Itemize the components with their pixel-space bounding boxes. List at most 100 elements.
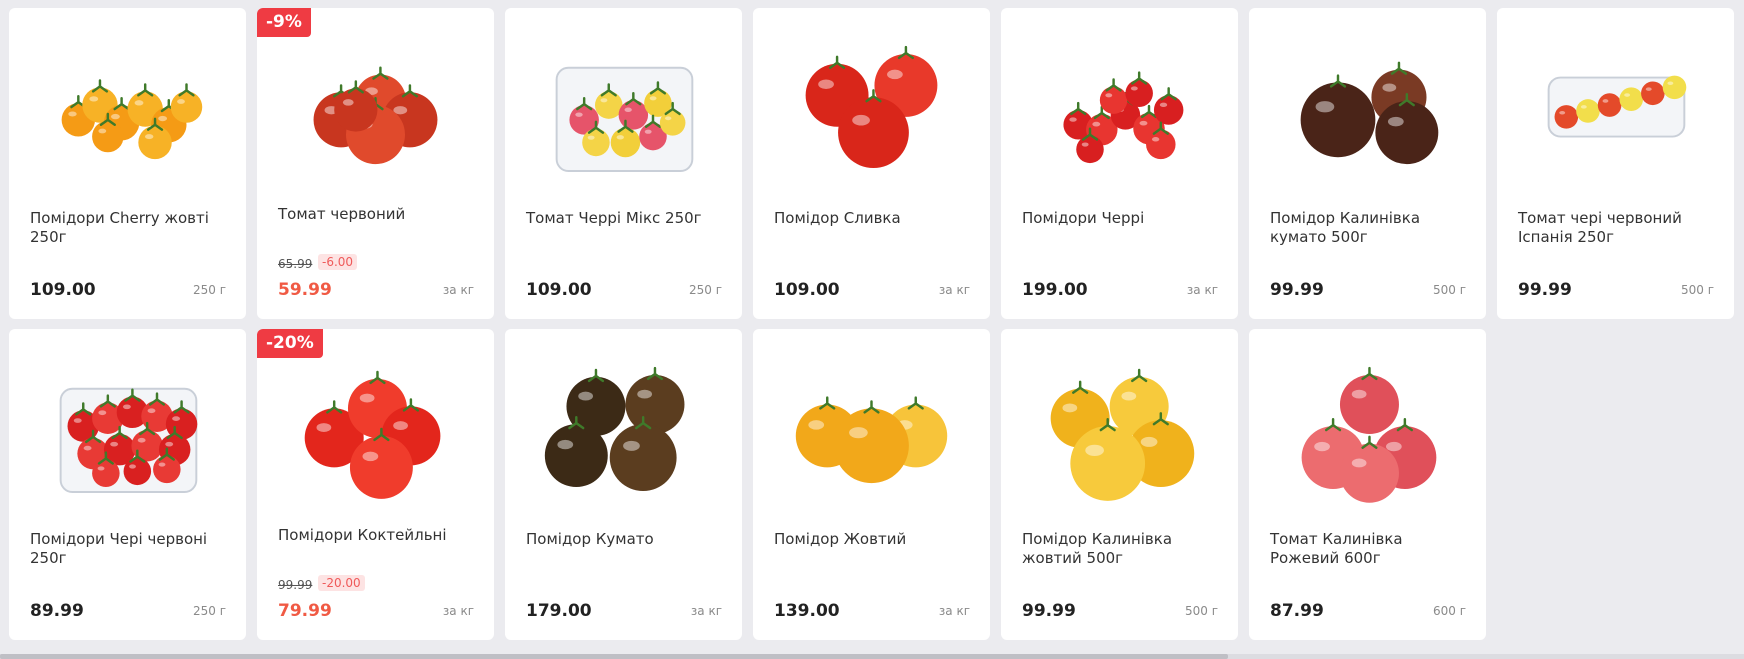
tomato-highlight xyxy=(177,99,185,104)
product-unit: 600 г xyxy=(1432,604,1466,618)
tomato-highlight xyxy=(1315,101,1335,113)
product-image[interactable] xyxy=(1279,345,1456,517)
product-unit: 250 г xyxy=(192,604,226,618)
product-title[interactable]: Помідори Чері червоні 250г xyxy=(30,530,230,568)
yellow-tomato-image xyxy=(795,396,948,484)
tomato-highlight xyxy=(1140,436,1158,447)
tomato-highlight xyxy=(664,116,672,121)
pink-tomato-image xyxy=(1301,366,1437,503)
product-image[interactable] xyxy=(1031,24,1208,196)
tomato-shape xyxy=(1146,129,1176,160)
product-title[interactable]: Томат Калинівка Рожевий 600г xyxy=(1270,530,1470,568)
tomato-highlight xyxy=(1130,86,1138,91)
tomato-highlight xyxy=(110,113,120,120)
product-title[interactable]: Томат чері червоний Іспанія 250г xyxy=(1518,209,1718,247)
tomato-highlight xyxy=(623,440,640,451)
product-title[interactable]: Помідор Кумато xyxy=(526,530,726,549)
product-image[interactable] xyxy=(287,345,464,517)
tomato-highlight xyxy=(362,451,379,462)
horizontal-scrollbar[interactable] xyxy=(0,654,1744,659)
product-unit: 500 г xyxy=(1184,604,1218,618)
yellow-kalynivka-image xyxy=(1050,368,1195,501)
scrollbar-thumb[interactable] xyxy=(0,654,1228,659)
product-price: 109.00 xyxy=(774,280,840,300)
product-card[interactable]: Помідор Сливка 109.00 за кг xyxy=(753,8,990,319)
tomato-highlight xyxy=(158,115,168,122)
product-card[interactable]: Помідори Чері червоні 250г 89.99 250 г xyxy=(9,329,246,640)
product-card[interactable]: Томат Черрі Мікс 250г 109.00 250 г xyxy=(505,8,742,319)
product-card[interactable]: Помідор Калинівка жовтий 500г 99.99 500 … xyxy=(1001,329,1238,640)
product-card[interactable]: Томат Калинівка Рожевий 600г 87.99 600 г xyxy=(1249,329,1486,640)
tomato-highlight xyxy=(587,135,595,140)
tomato-highlight xyxy=(624,107,632,112)
tomato-highlight xyxy=(73,418,82,423)
tomato-shape xyxy=(1076,135,1104,164)
product-title[interactable]: Помідор Жовтий xyxy=(774,530,974,549)
tomato-highlight xyxy=(616,135,624,140)
product-card[interactable]: -9% Томат червоний 65.99 -6.00 59.99 за … xyxy=(257,8,494,319)
product-unit: за кг xyxy=(938,604,970,618)
tomato-shape xyxy=(594,91,623,119)
product-image[interactable] xyxy=(39,345,216,517)
tomato-highlight xyxy=(147,408,156,414)
tomato-highlight xyxy=(1139,120,1148,126)
product-image[interactable] xyxy=(1031,345,1208,517)
price-difference: -6.00 xyxy=(318,254,358,270)
tomato-shape xyxy=(334,88,378,132)
product-title[interactable]: Помідор Калинівка кумато 500г xyxy=(1270,209,1470,247)
tomato-highlight xyxy=(649,96,657,101)
product-image[interactable] xyxy=(783,24,960,196)
product-image[interactable] xyxy=(287,24,464,196)
product-title[interactable]: Помідори Коктейльні xyxy=(278,526,478,545)
tomato-highlight xyxy=(1351,389,1367,399)
cherry-box-image xyxy=(59,387,198,493)
tomato-shape xyxy=(1597,93,1622,117)
product-price: 179.00 xyxy=(526,601,592,621)
tomato-shape xyxy=(1300,82,1376,158)
product-card[interactable]: Помідор Кумато 179.00 за кг xyxy=(505,329,742,640)
product-title[interactable]: Помідор Калинівка жовтий 500г xyxy=(1022,530,1222,568)
product-price: 99.99 xyxy=(1518,280,1572,300)
plum-tomato-image xyxy=(805,45,938,169)
tomato-highlight xyxy=(1667,81,1674,86)
product-title[interactable]: Помідори Черрі xyxy=(1022,209,1222,228)
product-image[interactable] xyxy=(39,24,216,196)
tomato-highlight xyxy=(1382,83,1397,92)
tomato-highlight xyxy=(818,79,834,89)
product-title[interactable]: Помідори Cherry жовті 250г xyxy=(30,209,230,247)
product-card[interactable]: Помідори Черрі 199.00 за кг xyxy=(1001,8,1238,319)
product-card[interactable]: Помідор Калинівка кумато 500г 99.99 500 … xyxy=(1249,8,1486,319)
product-unit: 250 г xyxy=(688,283,722,297)
old-price: 99.99 xyxy=(278,578,313,592)
tomato-shape xyxy=(1125,79,1153,108)
product-title[interactable]: Томат Черрі Мікс 250г xyxy=(526,209,726,228)
product-card[interactable]: Томат чері червоний Іспанія 250г 99.99 5… xyxy=(1497,8,1734,319)
product-title[interactable]: Томат червоний xyxy=(278,205,478,224)
tomato-highlight xyxy=(1062,403,1078,413)
product-image[interactable] xyxy=(535,345,712,517)
tomato-highlight xyxy=(172,416,181,421)
product-unit: 500 г xyxy=(1432,283,1466,297)
tomato-highlight xyxy=(145,134,154,140)
product-card[interactable]: -20% Помідори Коктейльні 99.99 -20.00 79… xyxy=(257,329,494,640)
product-unit: за кг xyxy=(442,283,474,297)
product-image[interactable] xyxy=(535,24,712,196)
tomato-shape xyxy=(1070,426,1146,501)
tomato-highlight xyxy=(1351,458,1367,468)
product-title[interactable]: Помідор Сливка xyxy=(774,209,974,228)
product-unit: за кг xyxy=(690,604,722,618)
tomato-highlight xyxy=(359,393,375,403)
tomato-highlight xyxy=(83,445,92,451)
product-image[interactable] xyxy=(1279,24,1456,196)
product-image[interactable] xyxy=(1527,24,1704,196)
product-card[interactable]: Помідор Жовтий 139.00 за кг xyxy=(753,329,990,640)
tomato-highlight xyxy=(575,112,583,117)
product-card[interactable]: Помідори Cherry жовті 250г 109.00 250 г xyxy=(9,8,246,319)
cherry-mix-box-image xyxy=(555,66,694,172)
product-unit: 500 г xyxy=(1680,283,1714,297)
tomato-highlight xyxy=(342,99,354,106)
product-price: 199.00 xyxy=(1022,280,1088,300)
tomato-highlight xyxy=(1121,391,1137,401)
product-image[interactable] xyxy=(783,345,960,517)
old-price: 65.99 xyxy=(278,257,313,271)
